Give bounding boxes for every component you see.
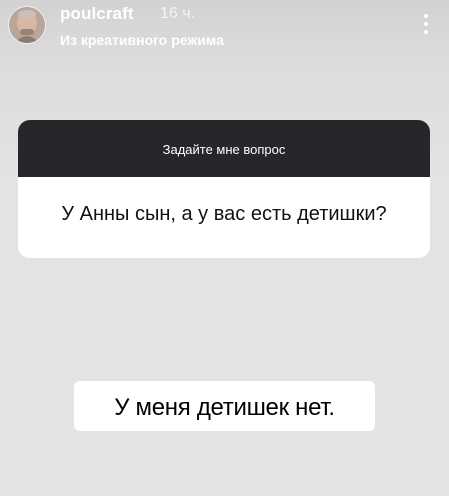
question-sticker: Задайте мне вопрос У Анны сын, а у вас е… <box>18 120 430 258</box>
answer-text-box: У меня детишек нет. <box>74 381 375 431</box>
question-text: У Анны сын, а у вас есть детишки? <box>61 203 387 225</box>
more-dot <box>424 22 428 26</box>
story-timestamp: 16 ч. <box>160 5 196 22</box>
answer-text: У меня детишек нет. <box>114 394 335 421</box>
question-sticker-body: У Анны сын, а у вас есть детишки? <box>18 177 430 258</box>
more-dot <box>424 30 428 34</box>
story-view: poulcraft 16 ч. Из креативного режима За… <box>0 0 449 496</box>
avatar-image <box>9 7 45 43</box>
more-options-icon[interactable] <box>414 10 438 38</box>
story-source-subtitle[interactable]: Из креативного режима <box>60 32 224 48</box>
question-sticker-header: Задайте мне вопрос <box>18 120 430 177</box>
question-prompt: Задайте мне вопрос <box>162 142 286 157</box>
more-dot <box>424 14 428 18</box>
avatar[interactable] <box>8 6 46 44</box>
story-username[interactable]: poulcraft <box>60 4 134 24</box>
story-header: poulcraft 16 ч. Из креативного режима <box>0 0 449 60</box>
